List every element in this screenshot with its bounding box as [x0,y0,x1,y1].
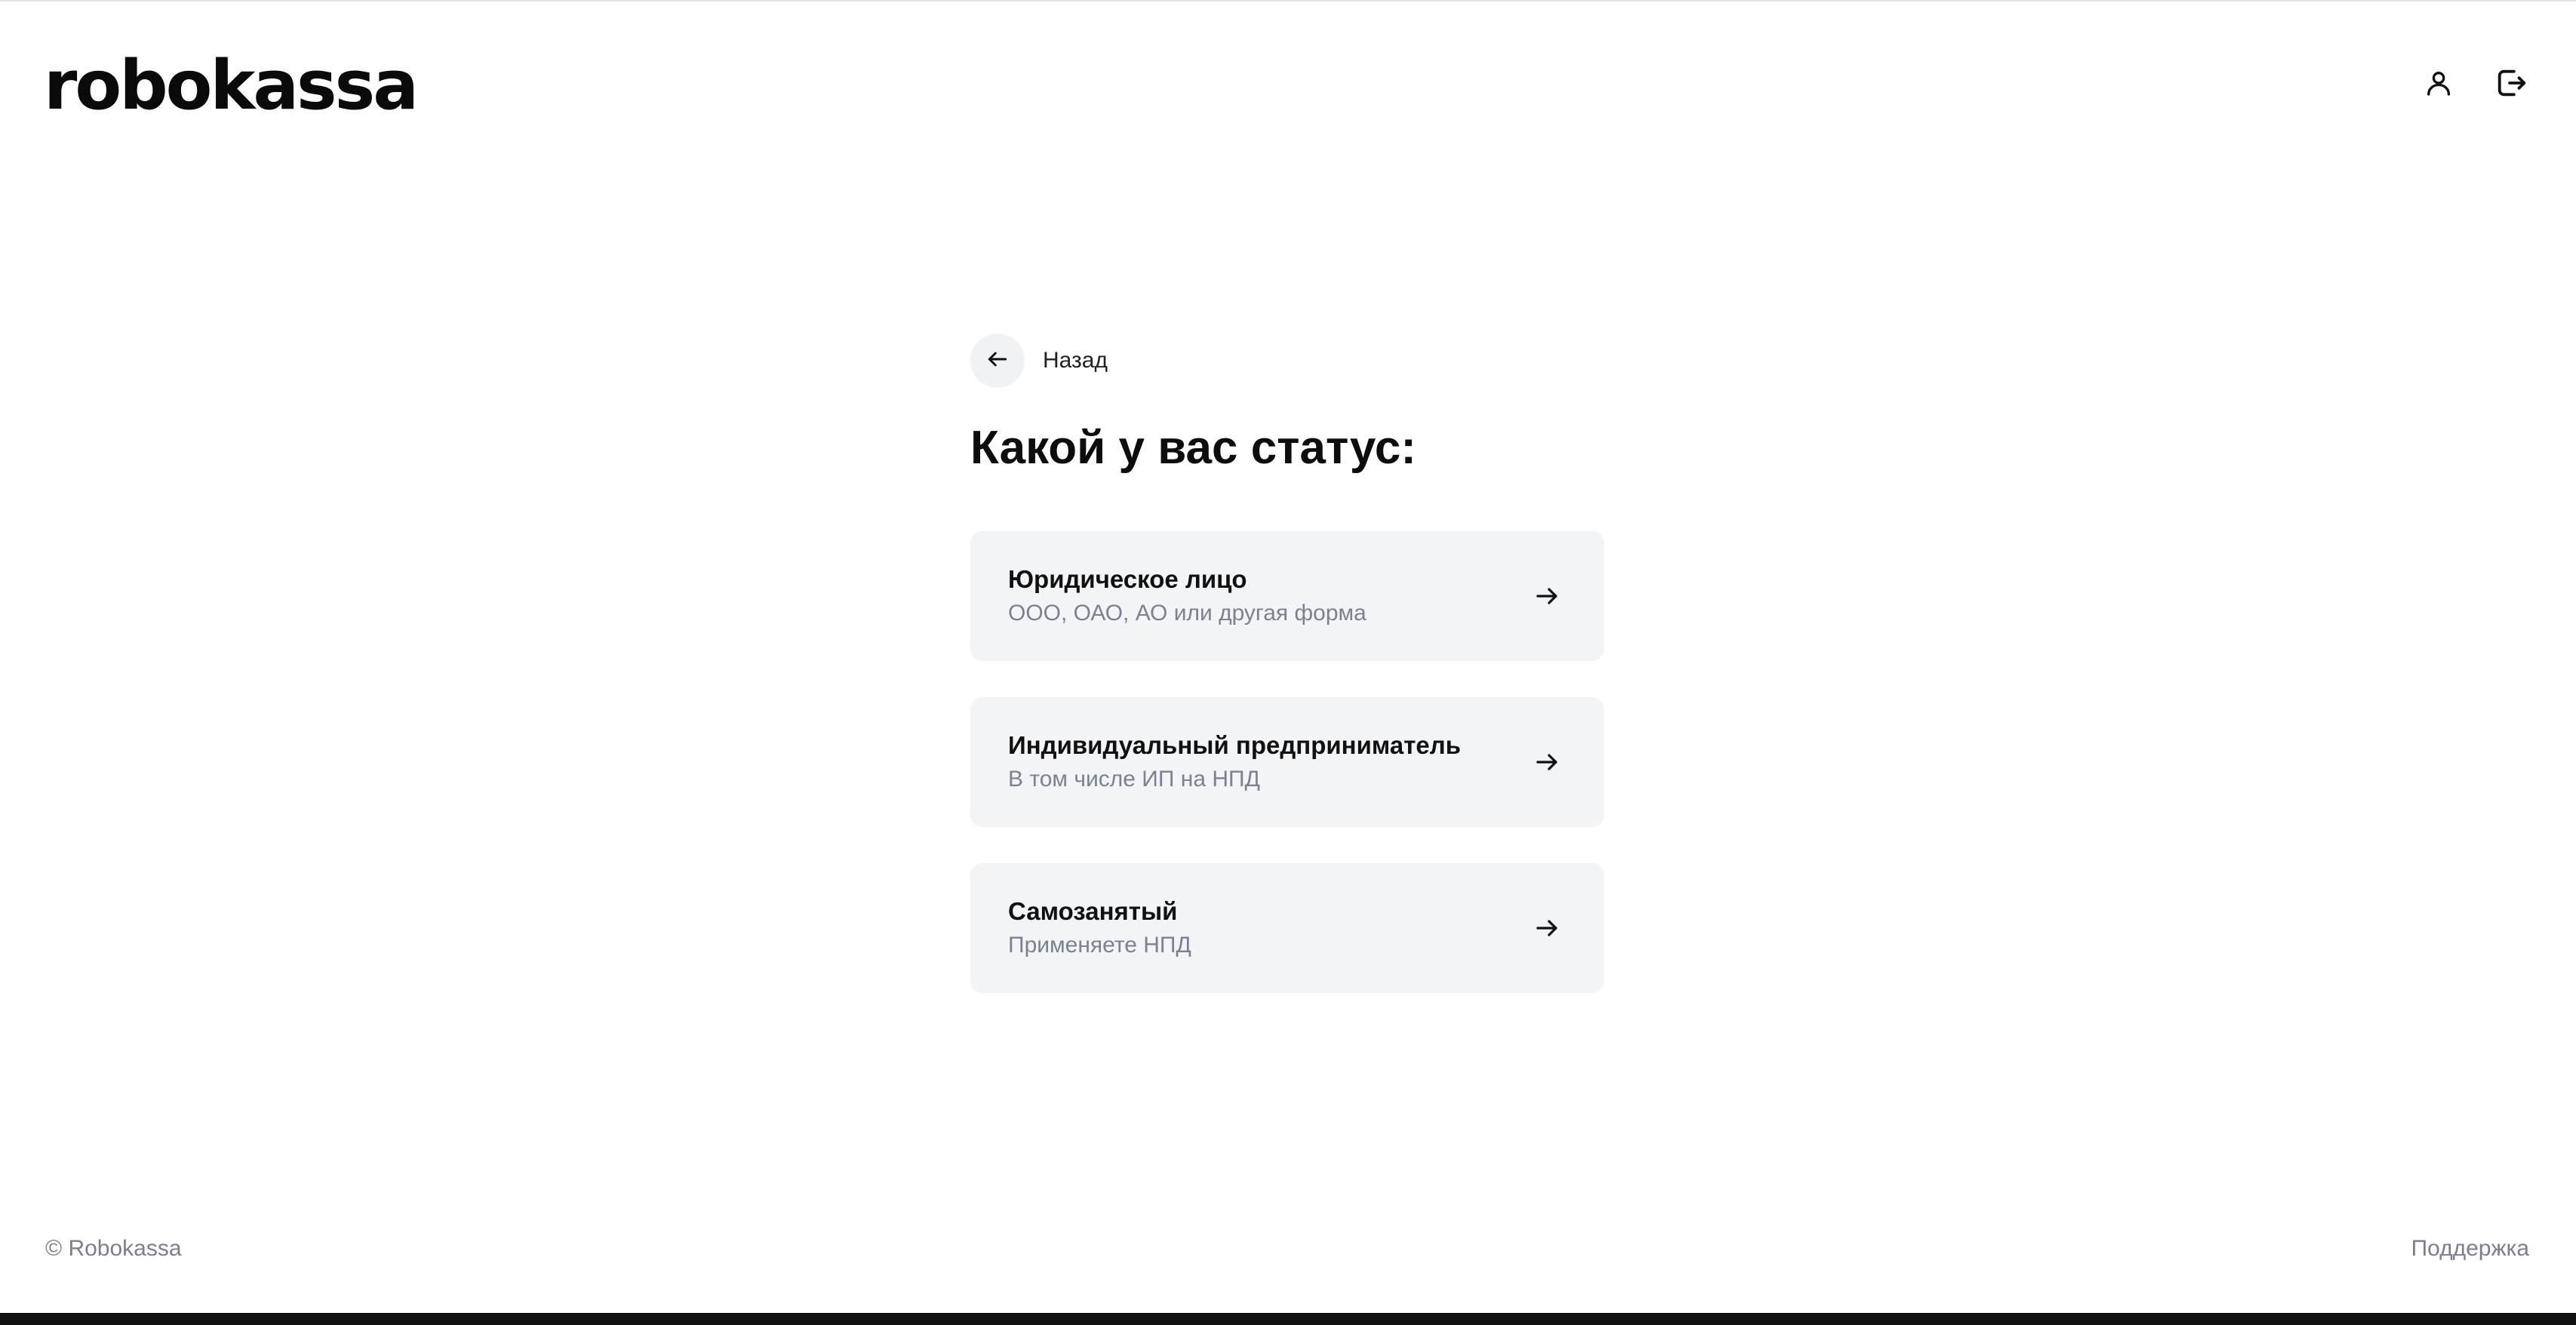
window-bottom-edge [0,1313,2576,1325]
page-title: Какой у вас статус: [970,422,1416,474]
option-self-employed[interactable]: Самозанятый Применяете НПД [970,863,1604,993]
logout-icon [2494,66,2528,104]
footer-copyright: © Robokassa [45,1236,182,1261]
option-title: Самозанятый [1008,897,1178,925]
option-subtitle: Применяете НПД [1008,933,1191,958]
profile-button[interactable] [2418,63,2460,106]
page: robokassa Назад Какой у вас статус: Юрид… [0,2,2576,1313]
support-link[interactable]: Поддержка [2411,1236,2529,1262]
back-circle[interactable] [970,334,1025,388]
option-title: Юридическое лицо [1008,565,1247,593]
arrow-right-icon [1527,908,1566,948]
user-icon [2424,68,2454,102]
option-legal-entity[interactable]: Юридическое лицо ООО, ОАО, АО или другая… [970,531,1604,661]
option-individual-entrepreneur[interactable]: Индивидуальный предприниматель В том чис… [970,697,1604,827]
arrow-right-icon [1527,576,1566,616]
option-subtitle: В том числе ИП на НПД [1008,767,1260,792]
back-label[interactable]: Назад [1043,348,1108,374]
arrow-right-icon [1527,742,1566,782]
option-title: Индивидуальный предприниматель [1008,731,1461,759]
arrow-left-icon [985,347,1010,375]
robokassa-logo[interactable]: robokassa [44,48,419,124]
logout-button[interactable] [2490,63,2532,106]
option-subtitle: ООО, ОАО, АО или другая форма [1008,601,1366,626]
back-button[interactable]: Назад [970,332,1108,389]
